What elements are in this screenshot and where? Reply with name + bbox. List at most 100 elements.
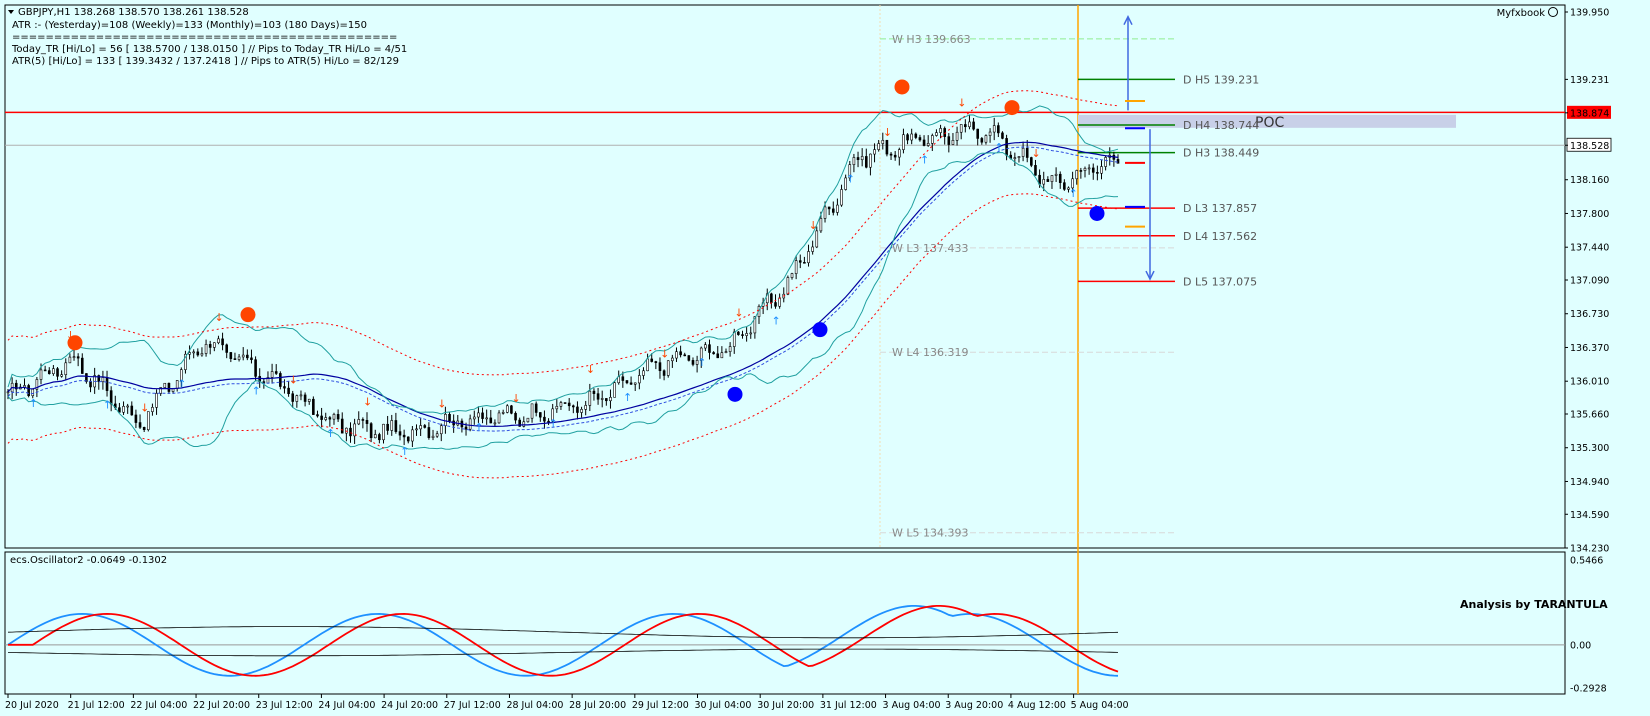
candle-body (1017, 156, 1021, 158)
candle-body (477, 412, 480, 418)
candle-body (101, 377, 105, 383)
candle-body (274, 371, 278, 374)
candle-body (600, 398, 604, 400)
fractal-down-arrow-icon: ↓ (214, 311, 223, 324)
candle-body (592, 390, 596, 394)
candle-body (807, 251, 810, 264)
candle-body (609, 397, 612, 402)
candle-body (708, 344, 711, 353)
candle-body (419, 425, 422, 430)
fractal-down-arrow-icon: ↓ (140, 402, 149, 415)
time-axis-label: 20 Jul 2020 (5, 700, 59, 711)
candle-body (539, 412, 542, 418)
price-axis-label: 138.528 (1570, 141, 1609, 152)
candle-body (411, 429, 414, 442)
price-axis-label: 137.440 (1570, 243, 1609, 254)
candle-body (712, 352, 715, 355)
candle-body (1021, 147, 1025, 157)
candle-body (340, 418, 344, 434)
fractal-up-arrow-icon: ↑ (549, 417, 558, 430)
candle-body (254, 359, 257, 377)
candle-body (225, 344, 228, 353)
candle-body (1116, 159, 1120, 164)
fractal-up-arrow-icon: ↑ (994, 141, 1003, 154)
candle-body (605, 398, 608, 402)
bollinger-lower-band (7, 151, 1119, 451)
candle-body (299, 394, 303, 397)
weekly-level-label: W L5 134.393 (892, 527, 968, 540)
candle-body (122, 406, 125, 413)
fractal-down-arrow-icon: ↓ (1031, 147, 1040, 160)
candle-body (279, 373, 282, 387)
time-axis-label: 28 Jul 04:00 (506, 700, 563, 711)
fractal-up-arrow-icon: ↑ (623, 391, 632, 404)
fractal-up-arrow-icon: ↑ (920, 154, 929, 167)
candle-body (646, 358, 649, 372)
daily-level-label: D L4 137.562 (1183, 230, 1257, 243)
candle-body (893, 154, 897, 158)
candle-body (155, 393, 158, 408)
candle-body (613, 382, 616, 398)
candle-body (390, 420, 394, 431)
candle-body (687, 355, 691, 361)
candle-body (349, 427, 352, 437)
candle-body (968, 121, 971, 128)
candle-body (555, 406, 559, 410)
fractal-down-arrow-icon: ↓ (957, 96, 966, 109)
price-axis-label: 134.590 (1570, 510, 1609, 521)
fractal-up-arrow-icon: ↑ (772, 314, 781, 327)
candle-body (1054, 173, 1058, 176)
candle-body (510, 405, 513, 414)
candle-body (638, 375, 641, 384)
candle-body (233, 358, 237, 360)
candle-body (287, 387, 290, 395)
candle-body (303, 394, 307, 402)
buy-signal-dot (1089, 205, 1105, 221)
price-chart[interactable]: W H3 139.663 W L3 137.433 W L4 136.319 W L5… (0, 0, 1650, 716)
candle-body (1104, 157, 1107, 167)
candle-body (815, 230, 819, 248)
fractal-up-arrow-icon: ↑ (177, 378, 186, 391)
candle-body (85, 373, 88, 382)
candle-body (778, 297, 781, 307)
price-axis-label: 135.300 (1570, 443, 1609, 454)
candle-body (567, 402, 571, 407)
candle-body (250, 357, 253, 360)
candle-body (505, 405, 509, 413)
candle-body (6, 391, 10, 394)
candle-body (881, 139, 885, 144)
candle-body (716, 353, 720, 359)
candle-body (1087, 167, 1091, 170)
sell-signal-dot (894, 79, 910, 95)
candle-body (196, 351, 200, 356)
candle-body (1079, 170, 1083, 172)
candle-body (221, 338, 224, 346)
candle-body (691, 360, 695, 365)
time-axis-label: 30 Jul 04:00 (695, 700, 752, 711)
sell-signal-dot (1004, 100, 1020, 116)
candle-body (27, 385, 30, 397)
price-axis-label: 139.950 (1570, 8, 1609, 19)
candle-body (596, 393, 600, 400)
candle-body (964, 124, 967, 128)
candle-body (827, 206, 831, 210)
candle-body (522, 421, 526, 427)
candle-body (398, 431, 402, 436)
candle-body (217, 338, 220, 344)
candle-body (836, 204, 839, 213)
price-axis-label: 136.370 (1570, 343, 1609, 354)
price-axis-label: 137.090 (1570, 276, 1609, 287)
candle-body (151, 407, 154, 412)
time-axis-label: 22 Jul 20:00 (193, 700, 250, 711)
candle-body (357, 419, 361, 425)
candle-body (1050, 175, 1054, 182)
analysis-watermark: Analysis by TARANTULA (1460, 598, 1608, 611)
candle-body (64, 362, 68, 375)
candle-body (39, 369, 43, 380)
candle-body (134, 414, 138, 423)
candle-body (992, 125, 996, 133)
price-axis-label: 137.800 (1570, 209, 1609, 220)
candle-body (745, 333, 748, 336)
candle-body (955, 131, 959, 141)
weekly-level-label: W H3 139.663 (892, 33, 971, 46)
